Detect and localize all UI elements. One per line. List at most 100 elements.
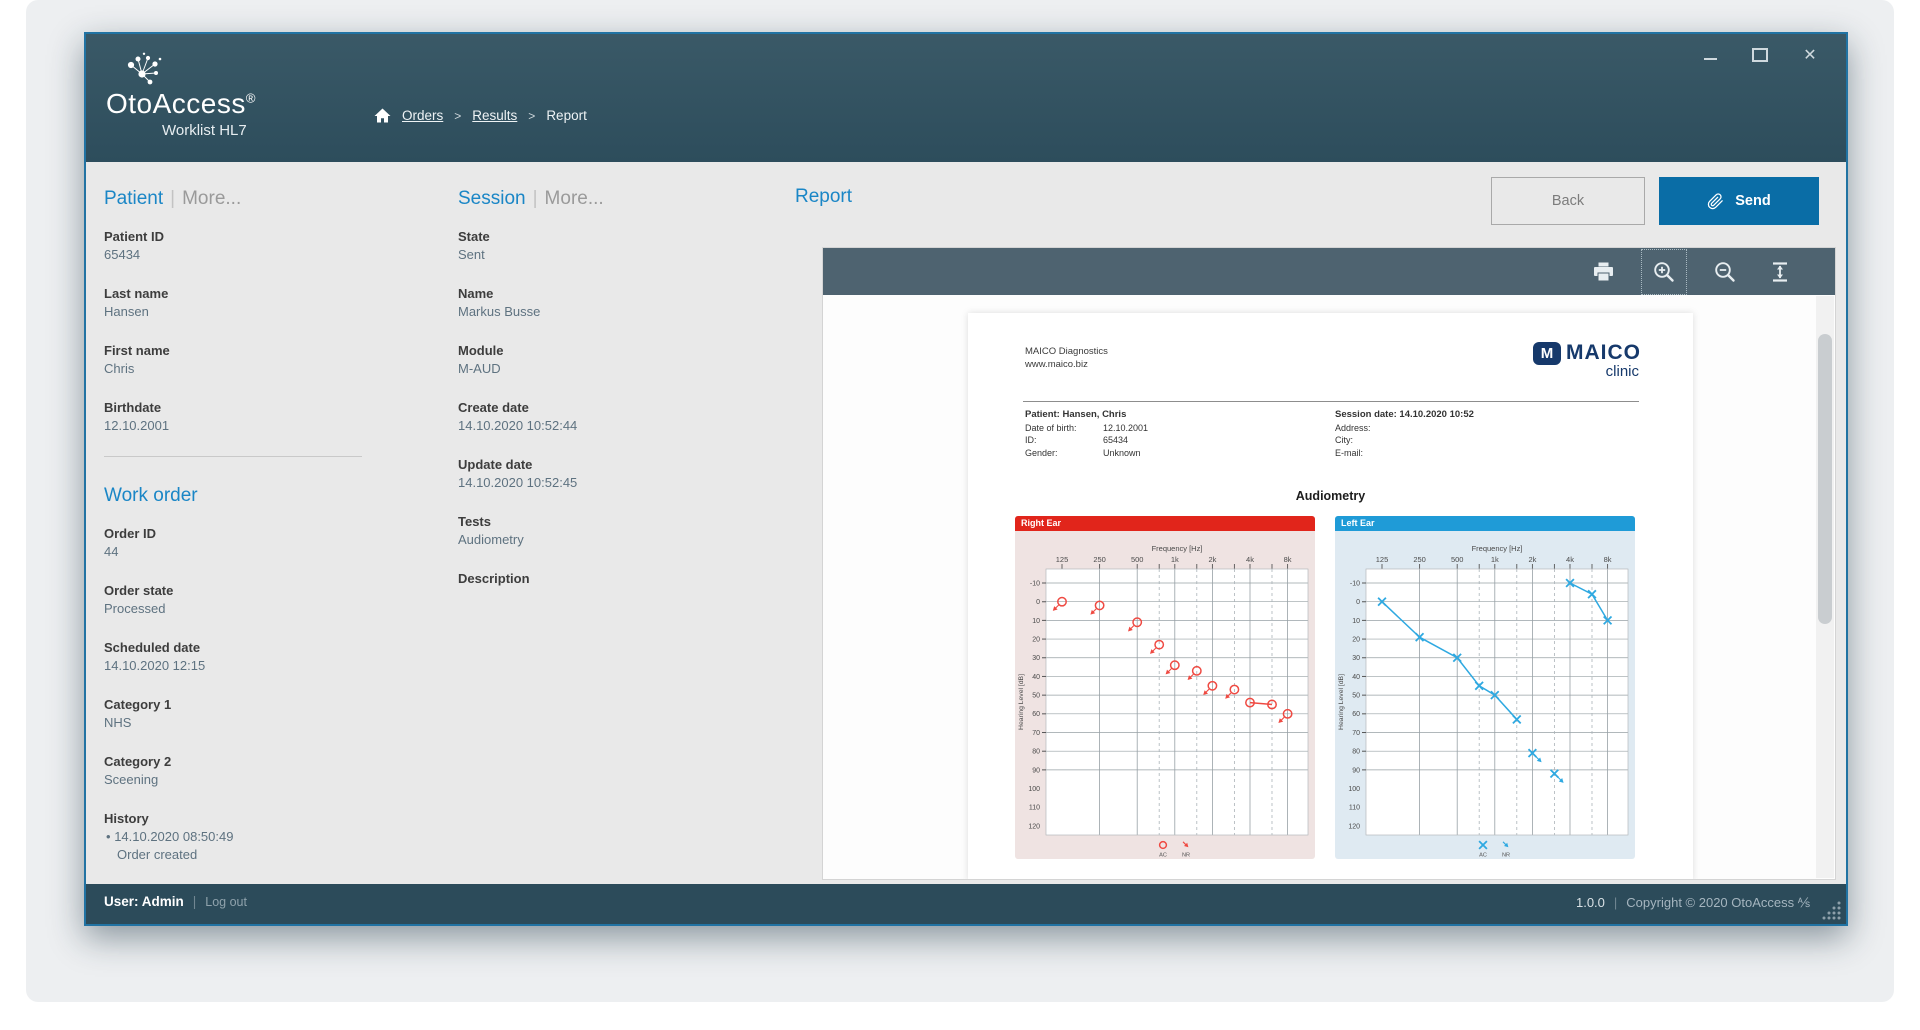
field-label: Category 2 [104, 753, 404, 771]
field-value: 14.10.2020 10:52:45 [458, 474, 758, 492]
svg-text:50: 50 [1032, 693, 1040, 700]
maico-logo: M MAICO clinic [1533, 341, 1641, 380]
svg-text:90: 90 [1032, 767, 1040, 774]
svg-text:20: 20 [1032, 636, 1040, 643]
field: First name Chris [104, 342, 404, 378]
maximize-button[interactable] [1750, 45, 1770, 65]
svg-text:8k: 8k [1284, 555, 1292, 564]
field: Create date 14.10.2020 10:52:44 [458, 399, 758, 435]
field: Birthdate 12.10.2001 [104, 399, 404, 435]
copyright-text: Copyright © 2020 OtoAccess ⅍ [1626, 895, 1810, 910]
paperclip-icon [1707, 193, 1724, 210]
field: State Sent [458, 228, 758, 264]
svg-text:1k: 1k [1491, 555, 1499, 564]
patient-more-link[interactable]: More... [182, 188, 241, 209]
history-bullet: • [106, 829, 111, 844]
svg-text:80: 80 [1032, 749, 1040, 756]
info-label: ID: [1025, 434, 1103, 447]
section-divider [104, 456, 362, 457]
field-label: Update date [458, 456, 758, 474]
svg-text:250: 250 [1413, 555, 1426, 564]
field: Tests Audiometry [458, 513, 758, 549]
field: Description [458, 570, 758, 606]
resize-grip[interactable] [1820, 899, 1842, 921]
svg-text:500: 500 [1451, 555, 1464, 564]
print-button[interactable] [1586, 255, 1620, 289]
field-label: Description [458, 570, 758, 588]
field-label: Create date [458, 399, 758, 417]
field-value: 65434 [104, 246, 404, 264]
maico-logo-sub: clinic [1533, 363, 1641, 380]
info-row: Address: [1335, 422, 1474, 435]
field-value: M-AUD [458, 360, 758, 378]
svg-text:-10: -10 [1030, 580, 1040, 587]
info-row: Date of birth:12.10.2001 [1025, 422, 1148, 435]
otoaccess-molecule-icon [120, 52, 166, 90]
breadcrumb-results[interactable]: Results [472, 108, 517, 123]
svg-text:100: 100 [1348, 786, 1360, 793]
send-button[interactable]: Send [1659, 177, 1819, 225]
session-more-link[interactable]: More... [545, 188, 604, 209]
footer-separator: | [193, 894, 197, 909]
report-viewer: MAICO Diagnostics www.maico.biz M MAICO … [822, 247, 1836, 880]
zoom-in-button[interactable] [1641, 249, 1687, 295]
svg-text:50: 50 [1352, 693, 1360, 700]
field-label: Order state [104, 582, 404, 600]
breadcrumb-orders[interactable]: Orders [402, 108, 443, 123]
report-title: Report [795, 186, 852, 208]
close-button[interactable]: ✕ [1800, 45, 1820, 65]
history-timestamp: 14.10.2020 08:50:49 [114, 829, 233, 844]
report-patient-info: Patient: Hansen, Chris Date of birth:12.… [1025, 409, 1148, 459]
clinic-website: www.maico.biz [1025, 358, 1108, 371]
zoom-out-button[interactable] [1708, 255, 1742, 289]
svg-text:30: 30 [1352, 655, 1360, 662]
session-fields: State Sent Name Markus Busse Module M-AU… [458, 228, 758, 606]
svg-text:4k: 4k [1566, 555, 1574, 564]
field-label: State [458, 228, 758, 246]
clinic-info: MAICO Diagnostics www.maico.biz [1025, 345, 1108, 371]
minimize-button[interactable] [1700, 45, 1720, 65]
svg-text:-10: -10 [1350, 580, 1360, 587]
info-value: Unknown [1103, 448, 1141, 458]
info-value: 12.10.2001 [1103, 423, 1148, 433]
footer-version-area: 1.0.0 | Copyright © 2020 OtoAccess ⅍ [1576, 895, 1810, 910]
svg-text:125: 125 [1376, 555, 1389, 564]
viewer-scrollbar[interactable] [1816, 296, 1834, 878]
viewer-scrollbar-thumb[interactable] [1818, 334, 1832, 624]
svg-text:2k: 2k [1208, 555, 1216, 564]
info-value: 65434 [1103, 435, 1128, 445]
home-icon[interactable] [374, 108, 391, 123]
minimize-icon [1704, 58, 1717, 61]
svg-text:60: 60 [1032, 711, 1040, 718]
svg-text:120: 120 [1348, 823, 1360, 830]
svg-text:70: 70 [1032, 730, 1040, 737]
svg-text:110: 110 [1029, 805, 1040, 812]
info-label: City: [1335, 434, 1413, 447]
svg-text:90: 90 [1352, 767, 1360, 774]
field-value: Sent [458, 246, 758, 264]
logout-link[interactable]: Log out [205, 895, 247, 909]
field: Category 2 Sceening [104, 753, 404, 789]
session-panel: Session|More... State Sent Name Markus B… [458, 186, 758, 627]
svg-text:30: 30 [1032, 655, 1040, 662]
app-subtitle: Worklist HL7 [162, 122, 247, 139]
field: Name Markus Busse [458, 285, 758, 321]
field-label: Tests [458, 513, 758, 531]
app-name: OtoAccess [106, 88, 246, 119]
send-button-label: Send [1735, 193, 1770, 209]
maico-logo-brand: MAICO [1566, 341, 1641, 365]
field: Last name Hansen [104, 285, 404, 321]
fit-height-button[interactable] [1763, 255, 1797, 289]
report-viewer-toolbar [823, 248, 1835, 295]
zoom-out-icon [1713, 260, 1737, 284]
report-session-header: Session date: 14.10.2020 10:52 [1335, 409, 1474, 422]
back-button[interactable]: Back [1491, 177, 1645, 225]
svg-text:100: 100 [1028, 786, 1040, 793]
field: Order ID 44 [104, 525, 404, 561]
info-row: ID:65434 [1025, 434, 1148, 447]
field: Module M-AUD [458, 342, 758, 378]
svg-text:70: 70 [1352, 730, 1360, 737]
field-label: Patient ID [104, 228, 404, 246]
report-page: MAICO Diagnostics www.maico.biz M MAICO … [968, 313, 1693, 880]
field-label: Birthdate [104, 399, 404, 417]
